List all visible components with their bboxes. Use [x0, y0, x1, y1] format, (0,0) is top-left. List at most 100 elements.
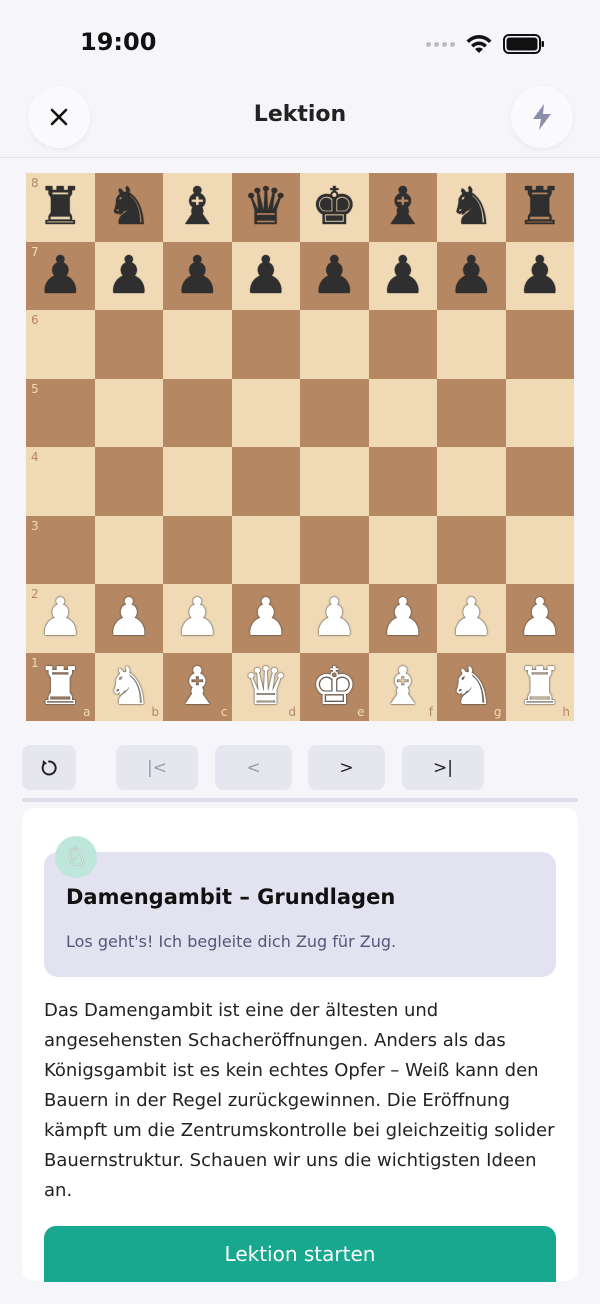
white-pawn-icon[interactable]: ♟	[379, 592, 426, 644]
square-f7[interactable]: ♟	[368, 241, 437, 310]
square-a5[interactable]: 5	[26, 378, 95, 447]
square-e2[interactable]: ♟	[300, 584, 369, 653]
square-h5[interactable]	[505, 378, 574, 447]
square-h4[interactable]	[505, 447, 574, 516]
square-g6[interactable]	[437, 310, 506, 379]
chess-board[interactable]: 8 ♜ ♞ ♝ ♛ ♚ ♝ ♞ ♜ 7 ♟ ♟ ♟ ♟ ♟ ♟ ♟ ♟ 6 5 4 3 2 ♟ ♟ ♟ ♟ ♟ ♟ ♟ ♟ 1 a ♜ b ♞ c ♝ d ♛…	[26, 173, 574, 721]
last-move-button[interactable]: >|	[402, 745, 484, 790]
square-h8[interactable]: ♜	[505, 173, 574, 242]
white-rook-icon[interactable]: ♜	[37, 661, 84, 713]
square-h2[interactable]: ♟	[505, 584, 574, 653]
white-king-icon[interactable]: ♚	[311, 661, 358, 713]
square-d3[interactable]	[231, 515, 300, 584]
white-rook-icon[interactable]: ♜	[516, 661, 563, 713]
white-pawn-icon[interactable]: ♟	[37, 592, 84, 644]
square-g2[interactable]: ♟	[437, 584, 506, 653]
square-c8[interactable]: ♝	[163, 173, 232, 242]
square-b2[interactable]: ♟	[94, 584, 163, 653]
black-pawn-icon[interactable]: ♟	[242, 250, 289, 302]
square-e7[interactable]: ♟	[300, 241, 369, 310]
lightning-button[interactable]	[511, 86, 573, 148]
square-f6[interactable]	[368, 310, 437, 379]
square-c5[interactable]	[163, 378, 232, 447]
black-pawn-icon[interactable]: ♟	[516, 250, 563, 302]
square-c4[interactable]	[163, 447, 232, 516]
square-c1[interactable]: c ♝	[163, 652, 232, 721]
square-b4[interactable]	[94, 447, 163, 516]
square-e5[interactable]	[300, 378, 369, 447]
square-g3[interactable]	[437, 515, 506, 584]
reset-button[interactable]	[22, 745, 76, 790]
white-pawn-icon[interactable]: ♟	[311, 592, 358, 644]
white-pawn-icon[interactable]: ♟	[516, 592, 563, 644]
square-c3[interactable]	[163, 515, 232, 584]
square-e8[interactable]: ♚	[300, 173, 369, 242]
square-h6[interactable]	[505, 310, 574, 379]
square-h3[interactable]	[505, 515, 574, 584]
square-b1[interactable]: b ♞	[94, 652, 163, 721]
square-d4[interactable]	[231, 447, 300, 516]
black-bishop-icon[interactable]: ♝	[174, 181, 221, 233]
square-e3[interactable]	[300, 515, 369, 584]
square-d2[interactable]: ♟	[231, 584, 300, 653]
white-pawn-icon[interactable]: ♟	[174, 592, 221, 644]
square-a2[interactable]: 2 ♟	[26, 584, 95, 653]
square-b3[interactable]	[94, 515, 163, 584]
square-c2[interactable]: ♟	[163, 584, 232, 653]
square-g5[interactable]	[437, 378, 506, 447]
square-b6[interactable]	[94, 310, 163, 379]
prev-move-button[interactable]: <	[215, 745, 292, 790]
square-g1[interactable]: g ♞	[437, 652, 506, 721]
square-d5[interactable]	[231, 378, 300, 447]
start-lesson-button[interactable]: Lektion starten	[44, 1226, 556, 1282]
square-f1[interactable]: f ♝	[368, 652, 437, 721]
square-d7[interactable]: ♟	[231, 241, 300, 310]
square-a1[interactable]: 1 a ♜	[26, 652, 95, 721]
square-e6[interactable]	[300, 310, 369, 379]
black-rook-icon[interactable]: ♜	[516, 181, 563, 233]
black-pawn-icon[interactable]: ♟	[448, 250, 495, 302]
square-d8[interactable]: ♛	[231, 173, 300, 242]
black-pawn-icon[interactable]: ♟	[174, 250, 221, 302]
square-f5[interactable]	[368, 378, 437, 447]
black-queen-icon[interactable]: ♛	[242, 181, 289, 233]
black-pawn-icon[interactable]: ♟	[311, 250, 358, 302]
white-bishop-icon[interactable]: ♝	[174, 661, 221, 713]
square-f2[interactable]: ♟	[368, 584, 437, 653]
square-b5[interactable]	[94, 378, 163, 447]
square-a7[interactable]: 7 ♟	[26, 241, 95, 310]
square-g8[interactable]: ♞	[437, 173, 506, 242]
white-bishop-icon[interactable]: ♝	[379, 661, 426, 713]
black-knight-icon[interactable]: ♞	[105, 181, 152, 233]
black-pawn-icon[interactable]: ♟	[37, 250, 84, 302]
white-queen-icon[interactable]: ♛	[242, 661, 289, 713]
black-bishop-icon[interactable]: ♝	[379, 181, 426, 233]
square-c6[interactable]	[163, 310, 232, 379]
square-a8[interactable]: 8 ♜	[26, 173, 95, 242]
square-f8[interactable]: ♝	[368, 173, 437, 242]
square-f4[interactable]	[368, 447, 437, 516]
square-g4[interactable]	[437, 447, 506, 516]
square-e1[interactable]: e ♚	[300, 652, 369, 721]
square-b8[interactable]: ♞	[94, 173, 163, 242]
white-pawn-icon[interactable]: ♟	[105, 592, 152, 644]
first-move-button[interactable]: |<	[116, 745, 198, 790]
square-c7[interactable]: ♟	[163, 241, 232, 310]
white-pawn-icon[interactable]: ♟	[448, 592, 495, 644]
next-move-button[interactable]: >	[308, 745, 385, 790]
square-d6[interactable]	[231, 310, 300, 379]
square-h1[interactable]: h ♜	[505, 652, 574, 721]
square-b7[interactable]: ♟	[94, 241, 163, 310]
square-g7[interactable]: ♟	[437, 241, 506, 310]
white-knight-icon[interactable]: ♞	[448, 661, 495, 713]
square-a4[interactable]: 4	[26, 447, 95, 516]
square-d1[interactable]: d ♛	[231, 652, 300, 721]
white-knight-icon[interactable]: ♞	[105, 661, 152, 713]
black-knight-icon[interactable]: ♞	[448, 181, 495, 233]
square-f3[interactable]	[368, 515, 437, 584]
black-pawn-icon[interactable]: ♟	[105, 250, 152, 302]
black-pawn-icon[interactable]: ♟	[379, 250, 426, 302]
square-e4[interactable]	[300, 447, 369, 516]
black-rook-icon[interactable]: ♜	[37, 181, 84, 233]
square-a6[interactable]: 6	[26, 310, 95, 379]
